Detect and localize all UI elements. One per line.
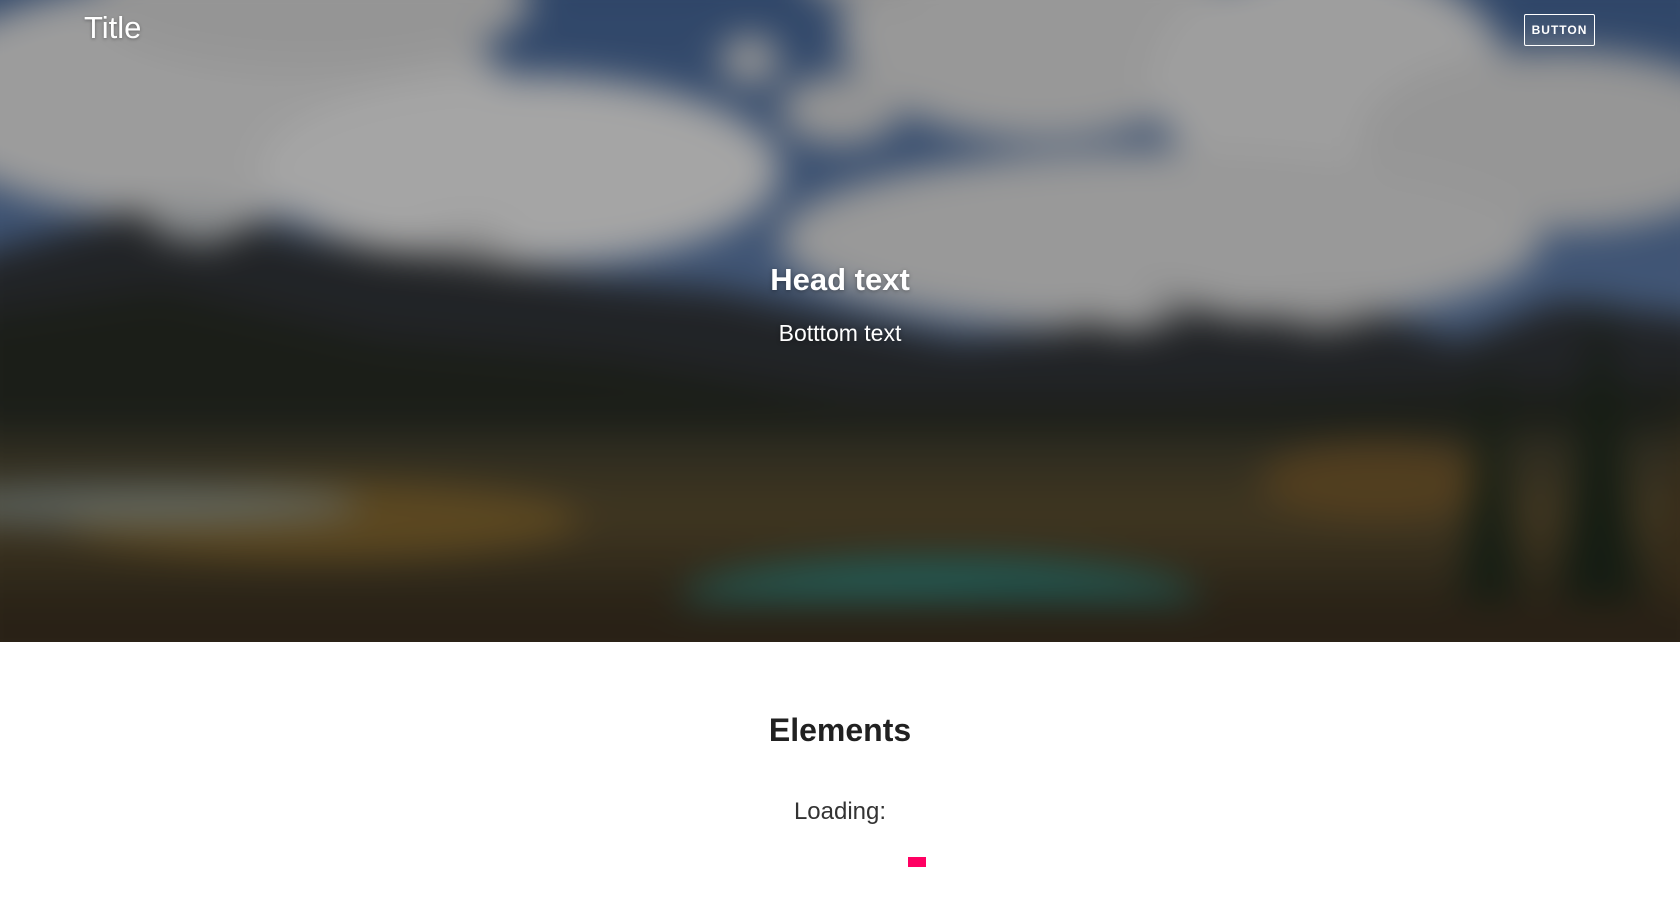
navbar: Title BUTTON [0,0,1680,60]
hero-section: Title BUTTON Head text Botttom text [0,0,1680,642]
hero-subheading: Botttom text [778,320,902,346]
loading-progress-fill [908,857,926,867]
header-button[interactable]: BUTTON [1524,14,1595,46]
elements-section-title: Elements [768,712,912,748]
loading-label: Loading: [793,798,887,825]
page: Title BUTTON Head text Botttom text Elem… [0,0,1680,914]
loading-progress-bar [796,857,926,867]
hero-heading: Head text [770,262,910,297]
site-title: Title [84,10,142,45]
